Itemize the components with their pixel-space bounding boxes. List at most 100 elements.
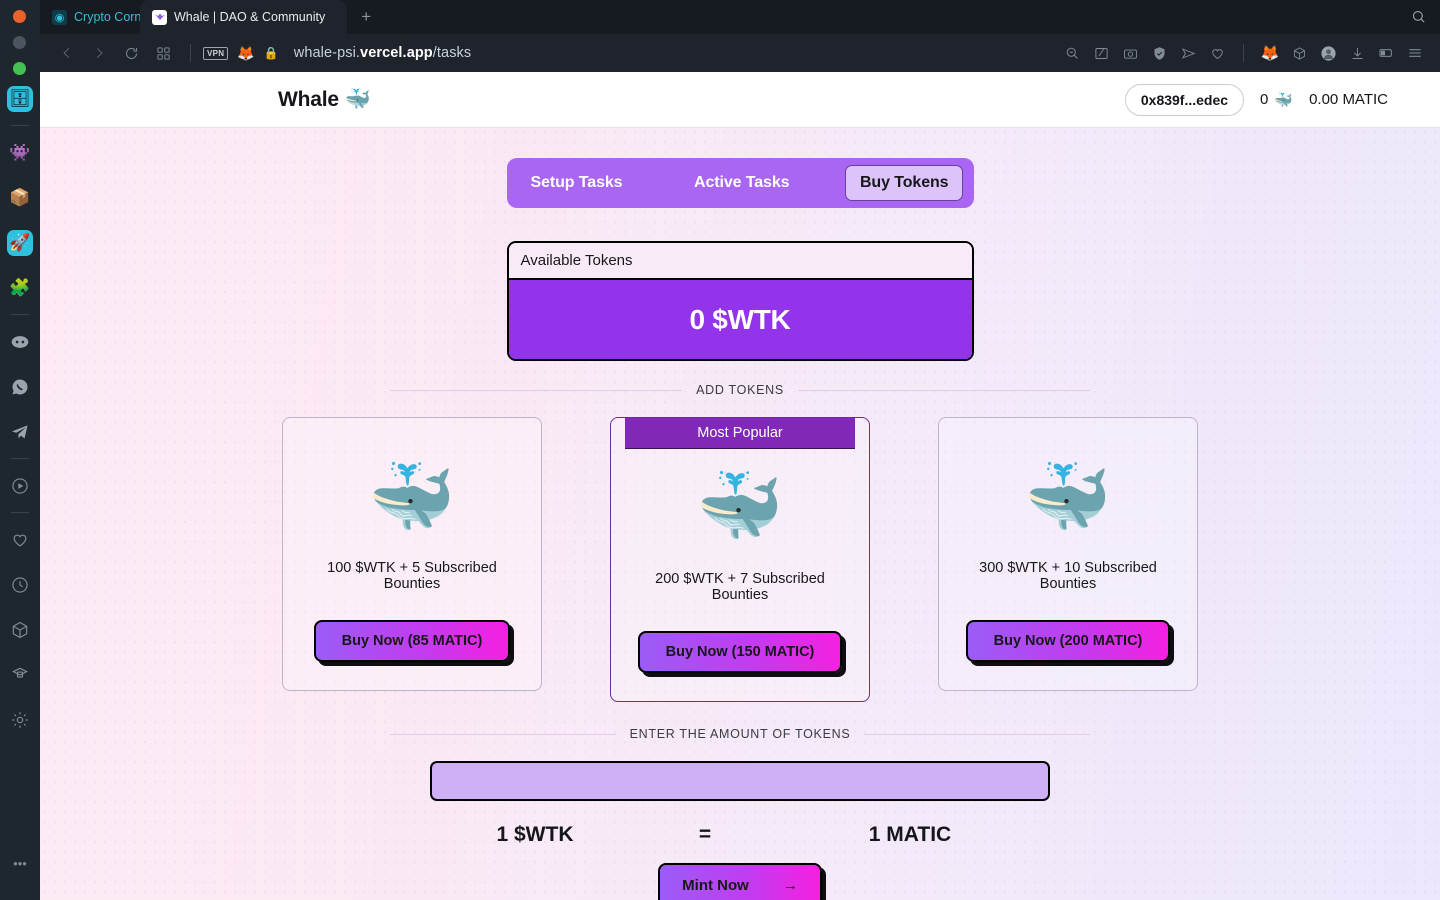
account-avatar-icon[interactable] [1315,40,1341,66]
zoom-out-icon[interactable] [1059,40,1085,66]
mint-now-label: Mint Now [682,877,749,894]
forward-button[interactable] [84,39,114,67]
download-icon[interactable] [1344,40,1370,66]
dock-item-alien[interactable]: 👾 [0,130,40,175]
tab-buy-tokens[interactable]: Buy Tokens [844,165,964,201]
menu-icon[interactable] [1402,40,1428,66]
dock-item-favorites[interactable] [0,517,40,562]
alien-app-icon: 👾 [9,143,31,162]
metamask-fox-icon[interactable]: 🦊 [237,45,254,62]
search-icon[interactable] [1411,9,1426,27]
dock-item-telegram[interactable] [0,409,40,454]
plan-description: 200 $WTK + 7 Subscribed Bounties [655,571,825,603]
shield-check-icon[interactable] [1146,40,1172,66]
reload-button[interactable] [116,39,146,67]
plan-description: 100 $WTK + 5 Subscribed Bounties [327,560,497,592]
page-title: Whale 🐳 [278,88,371,112]
enter-amount-label: ENTER THE AMOUNT OF TOKENS [629,727,851,741]
dock-more-button[interactable]: ••• [0,841,40,886]
heart-icon [7,527,33,553]
arrow-right-icon: → [782,877,798,894]
app-dock: 🗄 👾 📦 🚀 🧩 ••• [0,0,40,900]
heart-icon[interactable] [1204,40,1230,66]
dock-item-media[interactable] [0,463,40,508]
dock-item-discord[interactable] [0,319,40,364]
tab-active-tasks[interactable]: Active Tasks [678,166,805,200]
whale-icon: 🐳 [1024,458,1112,536]
tab-title: Whale | DAO & Community [174,10,326,24]
edit-pen-icon[interactable] [1088,40,1114,66]
mint-now-button[interactable]: Mint Now → [658,863,822,900]
back-button[interactable] [52,39,82,67]
rate-equals: = [698,823,712,846]
available-tokens-value: 0 $WTK [508,280,972,359]
whale-token-balance: 0 🐳 [1260,91,1293,109]
maximize-window-button[interactable] [13,62,26,75]
media-play-icon [7,473,33,499]
plan-card-300[interactable]: 🐳 300 $WTK + 10 Subscribed Bounties Buy … [938,417,1198,691]
discord-app-icon [7,329,33,355]
matic-balance: 0.00 MATIC [1309,91,1388,108]
site-header: Whale 🐳 0x839f...edec 0 🐳 0.00 MATIC [40,72,1440,128]
tab-title: Crypto Corn [74,10,140,24]
toolbar-divider [1243,44,1244,62]
dock-divider [11,458,29,459]
address-bar[interactable]: whale-psi.vercel.app/tasks [294,45,472,61]
plan-card-200[interactable]: Most Popular 🐳 200 $WTK + 7 Subscribed B… [610,417,870,702]
section-tabs: Setup Tasks Active Tasks Buy Tokens [506,158,974,208]
rate-left: 1 $WTK [496,823,574,846]
browser-tab-crypto-corner[interactable]: ◉ Crypto Corn [40,0,140,34]
token-amount-input[interactable] [430,761,1050,801]
vpn-badge[interactable]: VPN [203,46,229,60]
dock-item-rocket[interactable]: 🚀 [0,220,40,265]
buy-now-200-button[interactable]: Buy Now (200 MATIC) [965,620,1171,662]
minimize-window-button[interactable] [13,36,26,49]
whale-icon: 🐳 [1274,91,1294,109]
url-prefix: whale-psi. [293,45,361,61]
page-content: Setup Tasks Active Tasks Buy Tokens Avai… [40,128,1440,900]
browser-window: 🗄 👾 📦 🚀 🧩 ••• ◉ Crypto Corn Whale | DAO … [0,0,1440,900]
buy-now-150-button[interactable]: Buy Now (150 MATIC) [637,631,843,673]
buy-now-85-button[interactable]: Buy Now (85 MATIC) [313,620,511,662]
rocket-app-icon: 🚀 [7,229,33,256]
browser-toolbar: VPN 🦊 🔒 whale-psi.vercel.app/tasks 🦊 [40,34,1440,72]
toolbar-divider [190,44,191,62]
dock-item-history[interactable] [0,562,40,607]
screenshot-camera-icon[interactable] [1117,40,1143,66]
tab-grid-icon[interactable] [148,39,178,67]
add-tokens-divider: ADD TOKENS [390,383,1090,397]
enter-amount-divider: ENTER THE AMOUNT OF TOKENS [390,727,1090,741]
web-page: Whale 🐳 0x839f...edec 0 🐳 0.00 MATIC Set… [40,72,1440,900]
new-tab-button[interactable]: + [347,0,385,34]
dock-item-puzzle[interactable]: 🧩 [0,265,40,310]
plan-cards: 🐳 100 $WTK + 5 Subscribed Bounties Buy N… [282,417,1198,702]
dock-item-package[interactable]: 📦 [0,175,40,220]
tab-strip: ◉ Crypto Corn Whale | DAO & Community + [40,0,1440,34]
wallet-address-pill[interactable]: 0x839f...edec [1124,83,1245,116]
window-controls [13,10,26,75]
browser-tools: 🦊 [1059,40,1428,66]
send-icon[interactable] [1175,40,1201,66]
dock-item-whatsapp[interactable] [0,364,40,409]
badge-icon [7,662,33,688]
dock-item-settings[interactable] [0,697,40,742]
brand-name: Whale [278,87,339,111]
cube-extension-icon[interactable] [1286,40,1312,66]
metamask-extension-icon[interactable]: 🦊 [1257,40,1283,66]
dock-item-wallet[interactable]: 🗄 [0,76,40,121]
whatsapp-app-icon [7,374,33,400]
tab-setup-tasks[interactable]: Setup Tasks [515,166,639,200]
puzzle-app-icon: 🧩 [9,278,31,297]
dock-divider [11,125,29,126]
plan-card-100[interactable]: 🐳 100 $WTK + 5 Subscribed Bounties Buy N… [282,417,542,691]
whale-favicon [152,9,167,25]
reader-mode-icon[interactable] [1373,40,1399,66]
dock-item-badge[interactable] [0,652,40,697]
close-window-button[interactable] [13,10,26,23]
lock-icon[interactable]: 🔒 [264,46,279,60]
rate-right: 1 MATIC [868,823,952,846]
browser-tab-whale[interactable]: Whale | DAO & Community [140,0,348,34]
dock-item-cube[interactable] [0,607,40,652]
add-tokens-label: ADD TOKENS [696,383,784,397]
clock-icon [7,572,33,598]
